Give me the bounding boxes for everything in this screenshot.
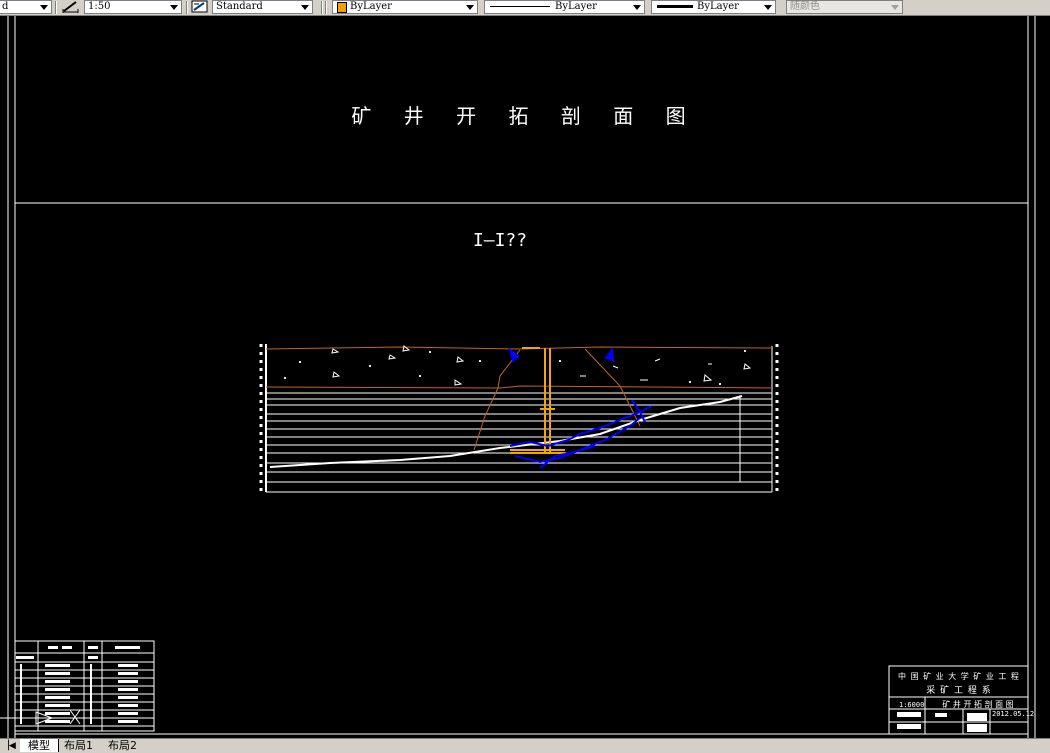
chevron-down-icon[interactable] <box>891 5 899 10</box>
title-block-drawing-name: 矿 井 开 拓 剖 面 图 <box>942 700 1014 709</box>
chevron-down-icon[interactable] <box>466 5 474 10</box>
chevron-down-icon[interactable] <box>764 5 772 10</box>
linetype-combo[interactable]: ByLayer <box>484 0 645 14</box>
toolbar-separator <box>186 1 188 14</box>
toolbar-separator <box>55 1 57 14</box>
color-value: ByLayer <box>350 1 392 12</box>
title-block-department: 采 矿 工 程 系 <box>926 686 992 696</box>
coal-seam <box>269 395 743 468</box>
chevron-down-icon[interactable] <box>301 5 309 10</box>
tab-layout2[interactable]: 布局2 <box>104 739 146 752</box>
title-block-scale: 1:6000 <box>899 701 925 709</box>
lineweight-combo[interactable]: ByLayer <box>651 0 776 14</box>
tab-layout1[interactable]: 布局1 <box>60 739 102 752</box>
toolbar-separator <box>325 1 327 14</box>
text-style-combo[interactable]: d <box>0 0 52 14</box>
drawing-canvas[interactable]: 矿 井 开 拓 剖 面 图 I—I?? 中 国 矿 业 大 学 矿 业 工 程 … <box>0 16 1050 738</box>
tab-scroll-first-icon[interactable]: ▕◀ <box>2 740 16 752</box>
color-swatch <box>337 2 347 13</box>
toolbar-separator <box>321 1 323 14</box>
dimension-style-icon[interactable] <box>190 0 210 14</box>
linetype-sample <box>490 6 550 7</box>
tab-model[interactable]: 模型 <box>20 739 59 752</box>
left-scale-ticks <box>259 344 779 492</box>
section-label: I—I?? <box>472 230 528 251</box>
drawing-main-title: 矿 井 开 拓 剖 面 图 <box>351 104 699 128</box>
dimension-style-value: Standard <box>216 1 263 12</box>
text-style-value: d <box>2 1 9 12</box>
layout-tabs-bar: ▕◀ 模型 布局1 布局2 <box>0 738 1050 753</box>
tab-layout1-label: 布局1 <box>64 739 93 752</box>
color-combo[interactable]: ByLayer <box>332 0 478 14</box>
linetype-value: ByLayer <box>555 1 597 12</box>
chevron-down-icon[interactable] <box>170 5 178 10</box>
chevron-down-icon[interactable] <box>633 5 641 10</box>
dimension-scale-icon[interactable] <box>61 0 81 14</box>
lineweight-sample <box>657 5 693 8</box>
title-block-school: 中 国 矿 业 大 学 矿 业 工 程 <box>898 672 1020 681</box>
dimension-scale-combo[interactable]: 1:50 <box>84 0 182 14</box>
rock-symbols <box>283 345 752 386</box>
plot-style-combo[interactable]: 随颜色 <box>786 0 903 14</box>
plot-style-value: 随颜色 <box>790 1 820 12</box>
dimension-scale-value: 1:50 <box>88 1 111 12</box>
strata-lines <box>266 392 772 493</box>
chevron-down-icon[interactable] <box>40 5 48 10</box>
title-block-date: 2012.05.12 <box>992 710 1035 718</box>
tab-model-label: 模型 <box>28 739 50 752</box>
lineweight-value: ByLayer <box>697 1 739 12</box>
dimension-style-combo[interactable]: Standard <box>212 0 313 14</box>
section-profile <box>259 344 779 493</box>
properties-toolbar: d 1:50 Standard ByLayer ByLayer ByLayer <box>0 0 1050 16</box>
tab-layout2-label: 布局2 <box>108 739 137 752</box>
